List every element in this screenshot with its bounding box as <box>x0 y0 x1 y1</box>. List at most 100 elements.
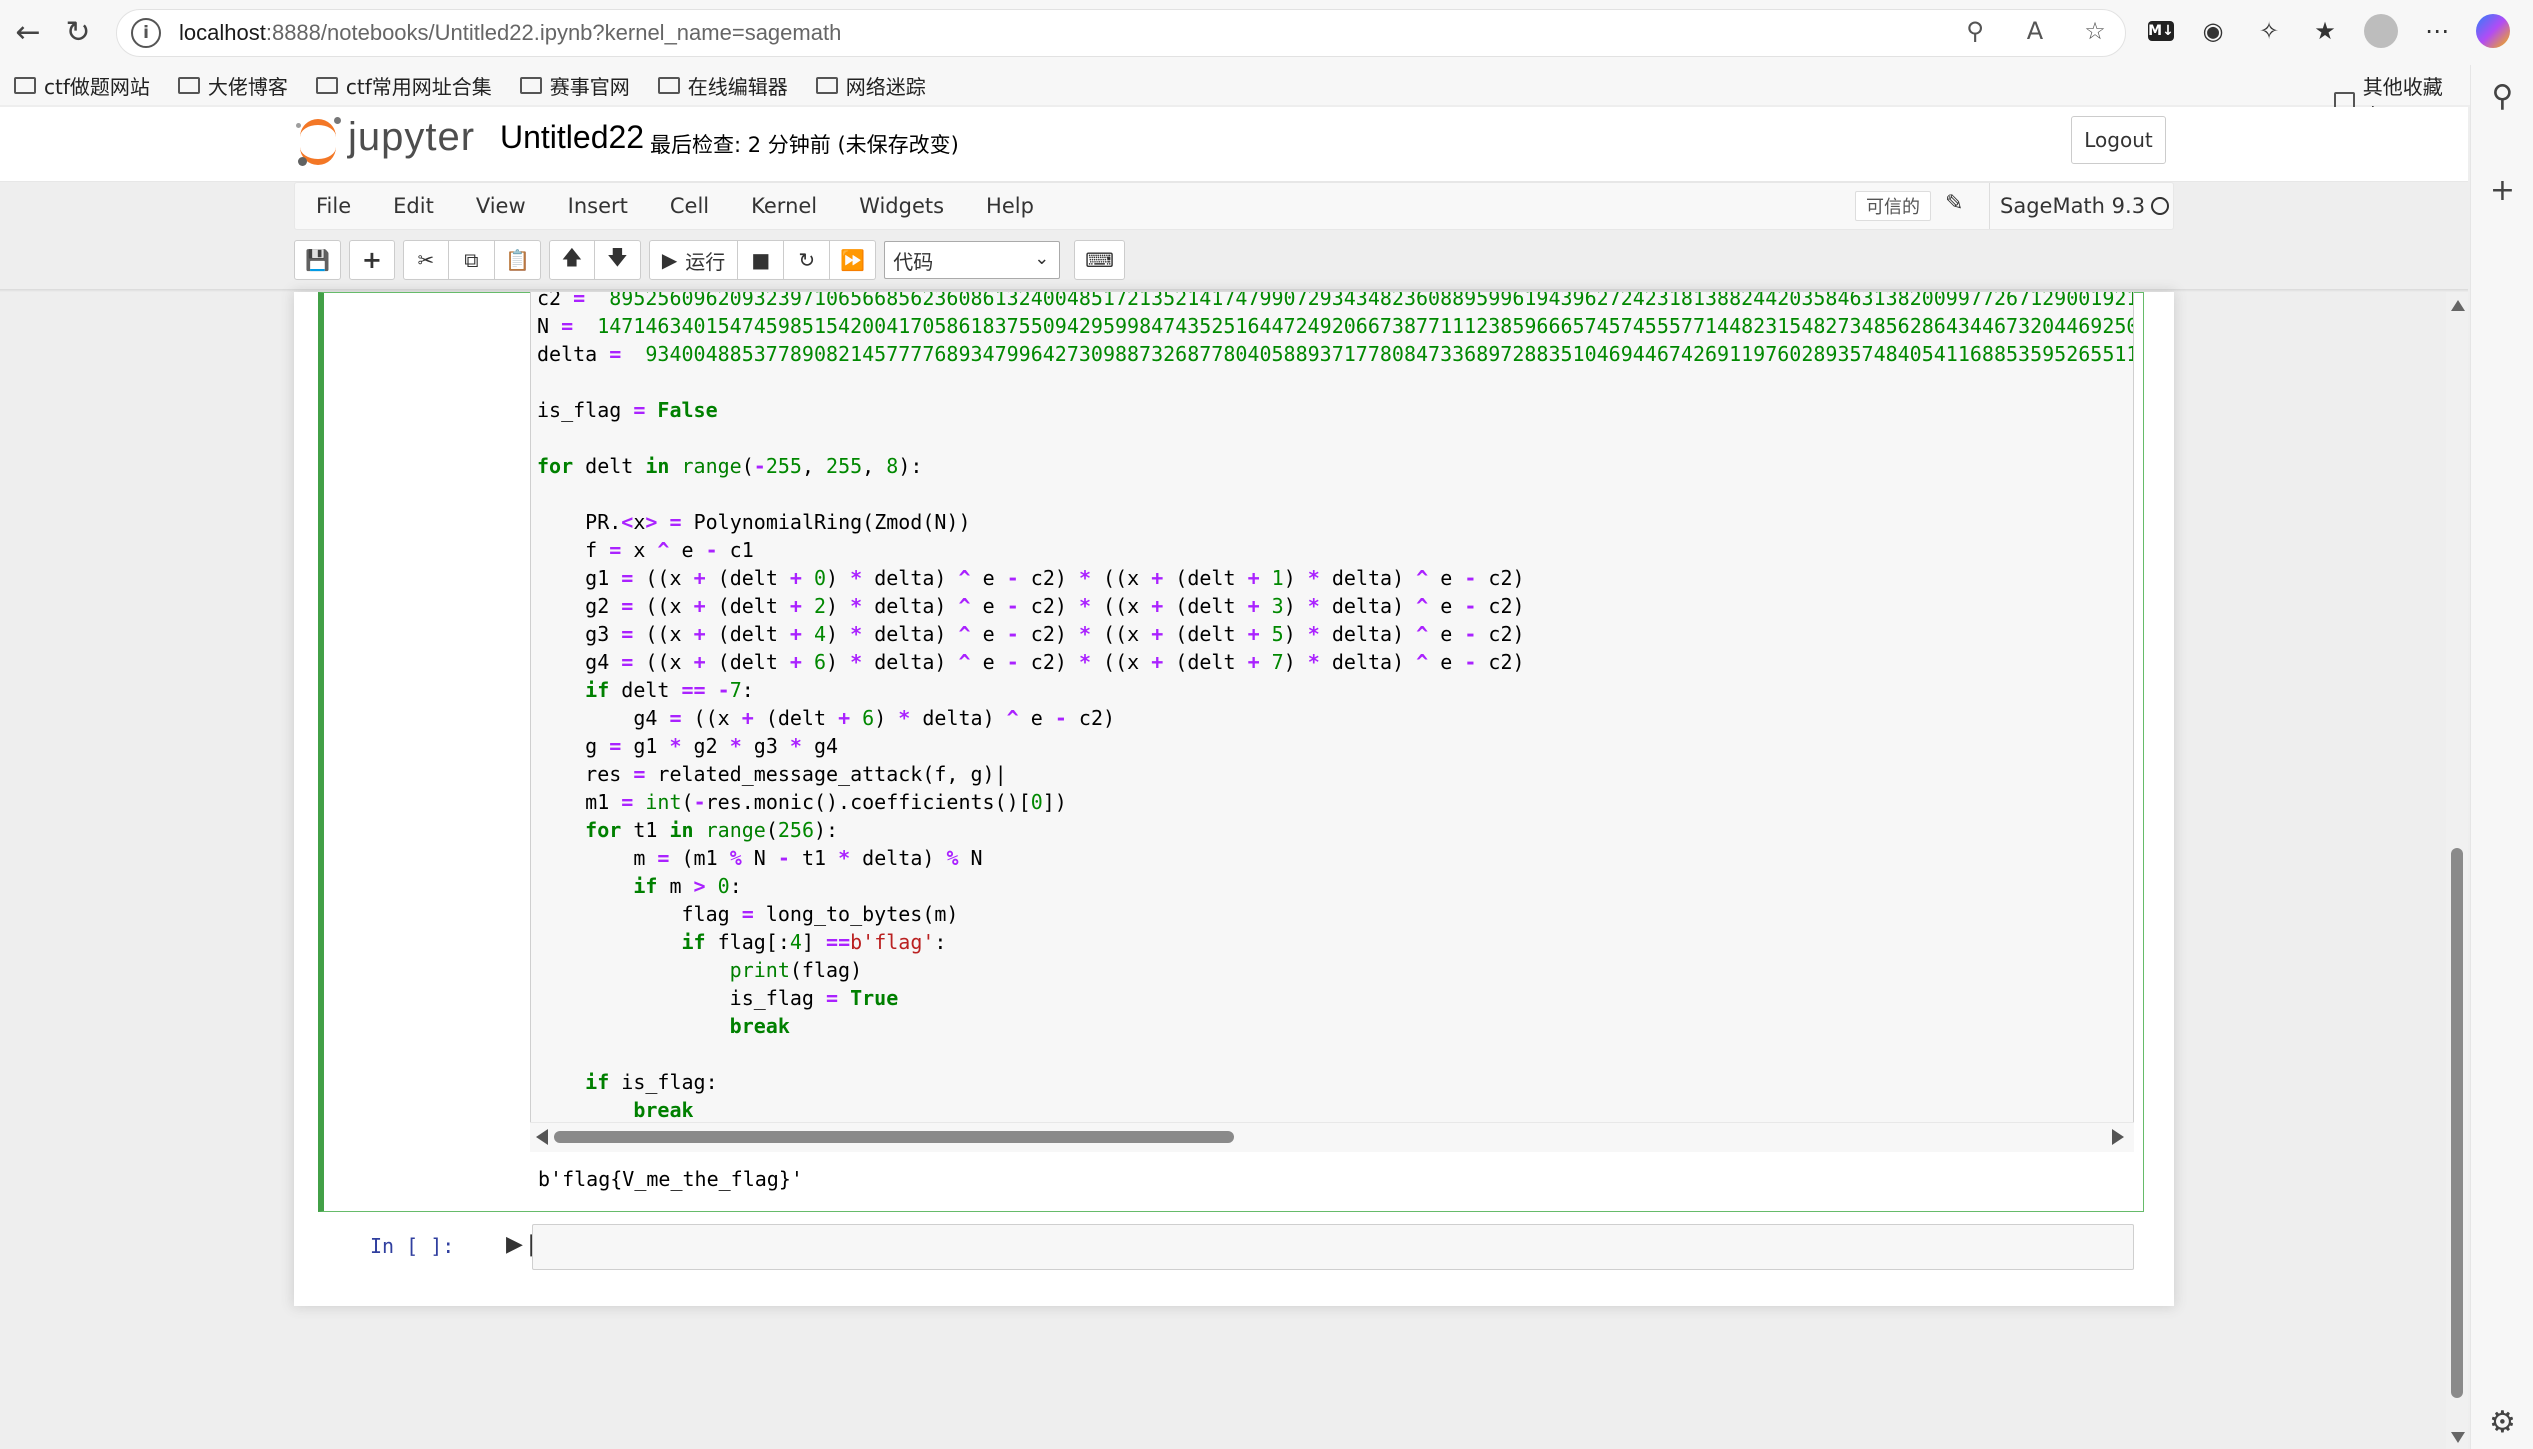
code-line[interactable]: break <box>537 1096 2133 1124</box>
code-line[interactable]: for t1 in range(256): <box>537 816 2133 844</box>
interrupt-icon[interactable]: ■ <box>738 240 785 280</box>
bookmark-folder-2[interactable]: ctf常用网址合集 <box>315 71 492 100</box>
extensions-icon[interactable]: ✧ <box>2252 14 2286 48</box>
url-text[interactable]: localhost:8888/notebooks/Untitled22.ipyn… <box>179 20 841 46</box>
reload-icon[interactable]: ↻ <box>60 14 96 50</box>
url-path: :8888/notebooks/Untitled22.ipynb?kernel_… <box>265 20 842 45</box>
code-line[interactable]: N = 147146340154745985154200417058618375… <box>537 312 2133 340</box>
favorites-icon[interactable]: ★ <box>2308 14 2342 48</box>
site-info-icon[interactable]: i <box>131 18 161 48</box>
scroll-left-icon[interactable] <box>536 1129 548 1145</box>
insert-cell-icon[interactable]: + <box>348 240 395 280</box>
copy-icon[interactable]: ⧉ <box>448 240 495 280</box>
keyboard-icon[interactable]: ⌨ <box>1074 240 1126 280</box>
bookmark-folder-5[interactable]: 网络迷踪 <box>815 71 926 100</box>
code-line[interactable]: res = related_message_attack(f, g)| <box>537 760 2133 788</box>
bookmark-folder-1[interactable]: 大佬博客 <box>177 71 288 100</box>
code-line[interactable]: m1 = int(-res.monic().coefficients()[0]) <box>537 788 2133 816</box>
bookmark-folder-0[interactable]: ctf做题网站 <box>14 71 150 100</box>
kernel-idle-indicator-icon <box>2151 197 2169 215</box>
profile-avatar[interactable] <box>2364 14 2398 48</box>
folder-icon <box>2334 91 2355 109</box>
paste-icon[interactable]: 📋 <box>494 240 541 280</box>
bookmark-folder-4[interactable]: 在线编辑器 <box>657 71 788 100</box>
code-line[interactable]: g1 = ((x + (delt + 0) * delta) ^ e - c2)… <box>537 564 2133 592</box>
menu-edit[interactable]: Edit <box>372 194 455 218</box>
code-line[interactable]: print(flag) <box>537 956 2133 984</box>
favorite-star-icon[interactable]: ☆ <box>2079 17 2111 45</box>
record-extension-icon[interactable]: ◉ <box>2196 14 2230 48</box>
read-aloud-icon[interactable]: A <box>2019 17 2051 45</box>
notebook-title[interactable]: Untitled22 <box>500 119 644 156</box>
page-vertical-scrollbar[interactable] <box>2446 292 2468 1449</box>
code-line[interactable]: g4 = ((x + (delt + 6) * delta) ^ e - c2)… <box>537 648 2133 676</box>
scroll-right-icon[interactable] <box>2112 1129 2124 1145</box>
horizontal-scroll-thumb[interactable] <box>554 1131 1234 1143</box>
cell-type-select[interactable]: 代码 ⌄ <box>884 241 1061 279</box>
code-line[interactable] <box>537 424 2133 452</box>
code-line[interactable]: break <box>537 1012 2133 1040</box>
copilot-icon[interactable] <box>2476 14 2510 48</box>
jupyter-logo-text[interactable]: jupyter <box>348 115 475 160</box>
menu-help[interactable]: Help <box>965 194 1055 218</box>
add-icon[interactable]: + <box>2471 173 2533 208</box>
jupyter-header: jupyter Untitled22 最后检查: 2 分钟前 (未保存改变) L… <box>0 107 2468 182</box>
menu-kernel[interactable]: Kernel <box>730 194 838 218</box>
code-line[interactable]: for delt in range(-255, 255, 8): <box>537 452 2133 480</box>
code-line[interactable]: flag = long_to_bytes(m) <box>537 900 2133 928</box>
vertical-scroll-thumb[interactable] <box>2451 848 2463 1398</box>
code-line[interactable]: if m > 0: <box>537 872 2133 900</box>
bookmark-folder-3[interactable]: 赛事官网 <box>519 71 630 100</box>
settings-gear-icon[interactable]: ⚙ <box>2471 1405 2533 1440</box>
code-line[interactable] <box>537 368 2133 396</box>
menu-widgets[interactable]: Widgets <box>838 194 965 218</box>
search-icon[interactable]: ⚲ <box>2471 79 2533 114</box>
menu-file[interactable]: File <box>295 194 372 218</box>
menu-insert[interactable]: Insert <box>547 194 649 218</box>
code-line[interactable]: PR.<x> = PolynomialRing(Zmod(N)) <box>537 508 2133 536</box>
code-line[interactable]: g4 = ((x + (delt + 6) * delta) ^ e - c2) <box>537 704 2133 732</box>
code-line[interactable]: f = x ^ e - c1 <box>537 536 2133 564</box>
jupyter-logo-icon[interactable] <box>296 117 342 167</box>
kernel-name[interactable]: SageMath 9.3 <box>1989 183 2145 229</box>
cut-icon[interactable]: ✂ <box>402 240 449 280</box>
scroll-up-icon[interactable] <box>2451 300 2465 311</box>
save-icon[interactable]: 💾 <box>294 240 341 280</box>
move-down-icon[interactable]: 🡇 <box>594 240 641 280</box>
menu-view[interactable]: View <box>455 194 547 218</box>
input-prompt: In [ ]: <box>370 1234 455 1258</box>
code-line[interactable]: is_flag = False <box>537 396 2133 424</box>
code-line[interactable]: m = (m1 % N - t1 * delta) % N <box>537 844 2133 872</box>
code-line[interactable]: if flag[:4] ==b'flag': <box>537 928 2133 956</box>
markdown-extension-icon[interactable]: M↓ <box>2148 21 2174 41</box>
zoom-icon[interactable]: ⚲ <box>1959 17 1991 45</box>
code-line[interactable]: is_flag = True <box>537 984 2133 1012</box>
address-bar[interactable]: i localhost:8888/notebooks/Untitled22.ip… <box>116 9 2126 57</box>
run-button[interactable]: ▶ 运行 <box>648 240 739 280</box>
move-up-icon[interactable]: 🡅 <box>548 240 595 280</box>
edit-pencil-icon[interactable]: ✎ <box>1945 191 1963 216</box>
cell-type-value: 代码 <box>893 249 934 274</box>
code-line[interactable] <box>537 480 2133 508</box>
code-line[interactable] <box>537 1040 2133 1068</box>
code-text[interactable]: c2 = 89525609620932397106566856236086132… <box>537 292 2133 1124</box>
horizontal-scrollbar[interactable] <box>530 1122 2134 1152</box>
code-line[interactable]: c2 = 89525609620932397106566856236086132… <box>537 292 2133 312</box>
restart-icon[interactable]: ↻ <box>784 240 831 280</box>
empty-code-cell[interactable] <box>532 1224 2134 1270</box>
code-line[interactable]: g2 = ((x + (delt + 2) * delta) ^ e - c2)… <box>537 592 2133 620</box>
code-line[interactable]: g3 = ((x + (delt + 4) * delta) ^ e - c2)… <box>537 620 2133 648</box>
trusted-badge[interactable]: 可信的 <box>1855 191 1931 221</box>
code-line[interactable]: g = g1 * g2 * g3 * g4 <box>537 732 2133 760</box>
code-editor[interactable]: c2 = 89525609620932397106566856236086132… <box>530 292 2134 1152</box>
back-icon[interactable]: ← <box>10 14 46 50</box>
run-label: 运行 <box>685 249 726 274</box>
menu-cell[interactable]: Cell <box>649 194 730 218</box>
more-menu-icon[interactable]: ⋯ <box>2420 14 2454 48</box>
code-line[interactable]: delta = 93400488537789082145777768934799… <box>537 340 2133 368</box>
code-line[interactable]: if is_flag: <box>537 1068 2133 1096</box>
code-line[interactable]: if delt == -7: <box>537 676 2133 704</box>
logout-button[interactable]: Logout <box>2071 116 2166 164</box>
scroll-down-icon[interactable] <box>2451 1432 2465 1443</box>
restart-run-all-icon[interactable]: ⏩ <box>830 240 877 280</box>
